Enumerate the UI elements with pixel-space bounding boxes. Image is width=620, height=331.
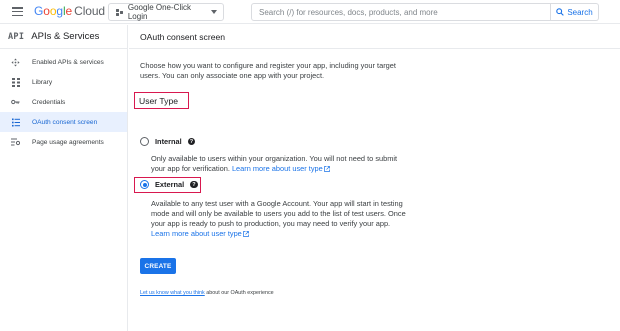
user-type-heading-label: User Type xyxy=(139,95,179,106)
key-icon xyxy=(11,98,20,107)
chevron-down-icon xyxy=(211,10,217,14)
grid-icon xyxy=(11,77,20,87)
sidebar: API APIs & Services Enabled APIs & servi… xyxy=(0,25,128,331)
api-badge: API xyxy=(8,31,25,42)
external-link-icon xyxy=(323,166,330,172)
sidebar-item-label: OAuth consent screen xyxy=(32,118,98,126)
radio-external[interactable] xyxy=(140,180,149,189)
radio-internal-label: Internal xyxy=(155,137,182,146)
feedback-link[interactable]: Let us know what you think xyxy=(140,290,205,296)
learn-more-link-external[interactable]: Learn more about user type xyxy=(151,229,249,238)
feedback-text: about our OAuth experience xyxy=(206,290,274,296)
sidebar-item-credentials[interactable]: Credentials xyxy=(0,92,127,112)
sidebar-title: APIs & Services xyxy=(31,31,100,42)
google-cloud-logo[interactable]: Google Cloud xyxy=(34,4,105,18)
learn-more-link-label: Learn more about user type xyxy=(151,229,242,238)
consent-list-icon xyxy=(11,118,20,127)
search-button-label: Search xyxy=(567,7,593,17)
main-menu-icon[interactable] xyxy=(12,7,23,17)
external-link-icon xyxy=(242,231,249,237)
create-button[interactable]: CREATE xyxy=(140,258,176,274)
sidebar-item-page-usage-agreements[interactable]: Page usage agreements xyxy=(0,132,127,152)
radio-option-internal[interactable]: Internal ? xyxy=(140,137,196,146)
feedback-line: Let us know what you think about our OAu… xyxy=(140,290,274,296)
sidebar-item-library[interactable]: Library xyxy=(0,72,127,92)
help-icon[interactable]: ? xyxy=(190,180,198,189)
learn-more-link-internal[interactable]: Learn more about user type xyxy=(232,164,330,173)
top-bar: Google Cloud Google One-Click Login Searc… xyxy=(0,0,620,24)
sidebar-nav: Enabled APIs & services Library Credenti… xyxy=(0,49,127,152)
sidebar-item-label: Enabled APIs & services xyxy=(32,58,104,66)
diamond-arrows-icon xyxy=(11,57,20,67)
internal-description: Only available to users within your orga… xyxy=(151,154,411,174)
sidebar-header: API APIs & Services xyxy=(0,25,127,49)
page-title: OAuth consent screen xyxy=(129,25,620,49)
sidebar-item-label: Credentials xyxy=(32,98,66,106)
intro-text: Choose how you want to configure and reg… xyxy=(140,61,396,80)
search-input[interactable]: Search (/) for resources, docs, products… xyxy=(251,3,551,21)
radio-option-external[interactable]: External ? xyxy=(140,180,198,189)
main-content: OAuth consent screen Choose how you want… xyxy=(129,25,620,331)
search-icon xyxy=(556,8,565,16)
external-description: Available to any test user with a Google… xyxy=(151,199,411,239)
external-description-text: Available to any test user with a Google… xyxy=(151,199,406,228)
sidebar-item-enabled-apis[interactable]: Enabled APIs & services xyxy=(0,52,127,72)
project-hierarchy-icon xyxy=(116,8,123,16)
sidebar-item-oauth-consent-screen[interactable]: OAuth consent screen xyxy=(0,112,127,132)
sidebar-item-label: Page usage agreements xyxy=(32,138,104,146)
help-icon[interactable]: ? xyxy=(187,137,196,146)
user-type-heading: User Type xyxy=(134,92,189,109)
settings-list-icon xyxy=(11,138,20,147)
sidebar-item-label: Library xyxy=(32,78,53,86)
search-button[interactable]: Search xyxy=(551,3,599,21)
project-selector-button[interactable]: Google One-Click Login xyxy=(108,3,224,21)
radio-external-label: External xyxy=(155,180,185,189)
project-selector-label: Google One-Click Login xyxy=(127,3,191,21)
radio-internal[interactable] xyxy=(140,137,149,146)
learn-more-link-label: Learn more about user type xyxy=(231,164,323,173)
